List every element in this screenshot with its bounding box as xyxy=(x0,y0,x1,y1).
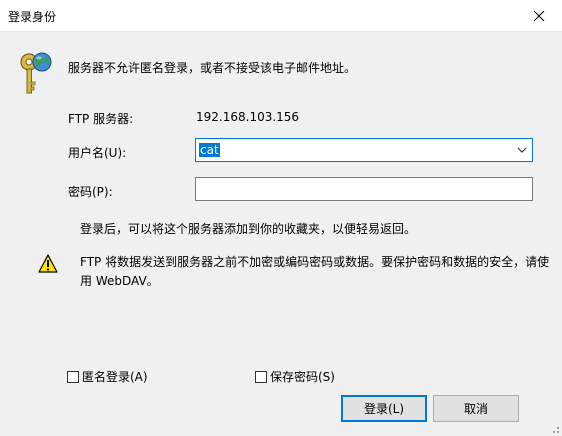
security-warning: FTP 将数据发送到服务器之前不加密或编码密码或数据。要保护密码和数据的安全，请… xyxy=(80,255,550,288)
username-label: 用户名(U): xyxy=(68,146,127,160)
close-icon xyxy=(533,10,545,21)
username-combobox[interactable]: cat xyxy=(195,138,533,162)
password-field[interactable] xyxy=(195,177,533,201)
close-button[interactable] xyxy=(516,0,562,31)
anonymous-login-option[interactable]: 匿名登录(A) xyxy=(67,368,148,385)
password-label: 密码(P): xyxy=(68,185,113,199)
info-message: 服务器不允许匿名登录，或者不接受该电子邮件地址。 xyxy=(68,61,357,75)
chevron-down-icon[interactable] xyxy=(517,145,527,155)
save-password-checkbox[interactable] xyxy=(255,370,267,383)
save-password-option[interactable]: 保存密码(S) xyxy=(255,368,335,385)
anonymous-login-checkbox[interactable] xyxy=(67,370,79,383)
key-globe-icon xyxy=(20,52,52,94)
title-bar: 登录身份 xyxy=(0,0,562,32)
username-value: cat xyxy=(199,143,220,157)
resize-grip-icon[interactable] xyxy=(550,424,560,434)
save-password-label[interactable]: 保存密码(S) xyxy=(270,368,335,385)
cancel-button[interactable]: 取消 xyxy=(433,395,519,422)
server-value: 192.168.103.156 xyxy=(196,110,300,124)
server-label: FTP 服务器: xyxy=(68,112,134,126)
anonymous-login-label[interactable]: 匿名登录(A) xyxy=(82,368,148,385)
login-button[interactable]: 登录(L) xyxy=(341,395,427,422)
window-title: 登录身份 xyxy=(8,10,57,24)
favorites-hint: 登录后，可以将这个服务器添加到你的收藏夹，以便轻易返回。 xyxy=(80,222,417,236)
warning-icon xyxy=(38,254,58,273)
